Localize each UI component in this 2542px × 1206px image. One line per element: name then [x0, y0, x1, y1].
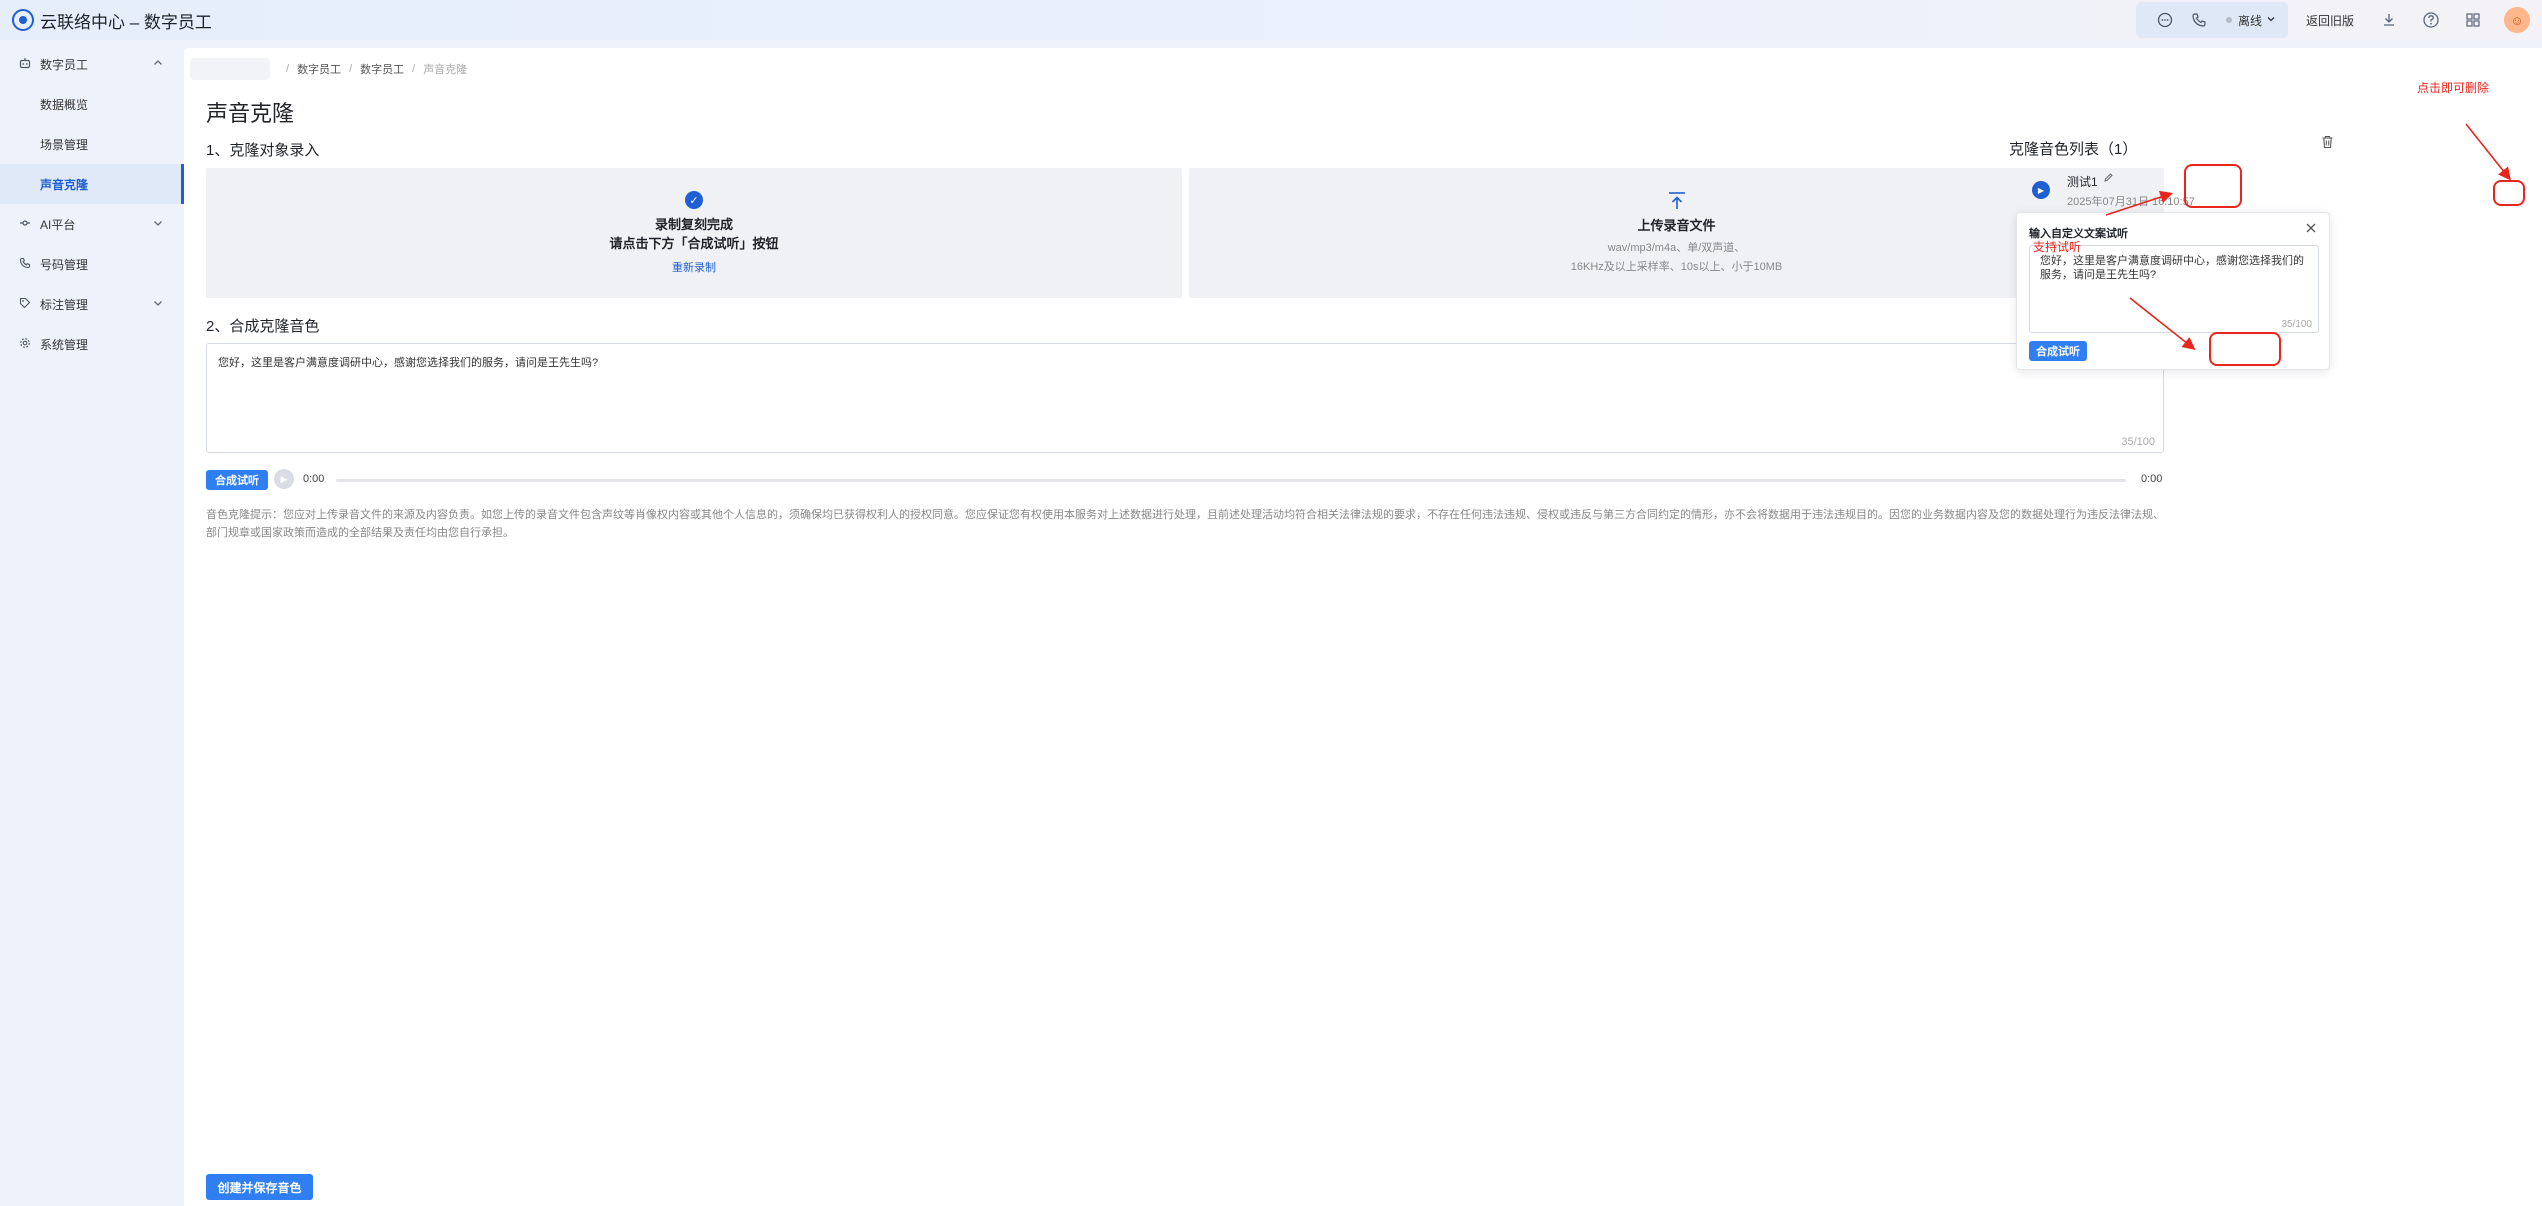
phone-icon	[18, 257, 32, 272]
notice-text: 音色克隆提示：您应对上传录音文件的来源及内容负责。如您上传的录音文件包含声纹等肖…	[206, 509, 2164, 539]
sidebar-group-label: AI平台	[40, 217, 76, 232]
play-icon[interactable]: ▶	[274, 469, 294, 489]
sidebar-group-ai-platform[interactable]: AI平台	[0, 204, 184, 244]
synth-text-input[interactable]: 您好，这里是客户满意度调研中心，感谢您选择我们的服务，请问是王先生吗? 35/1…	[206, 343, 2164, 453]
chevron-down-icon	[152, 297, 164, 312]
sidebar-item-data-overview[interactable]: 数据概览	[0, 84, 184, 124]
annotation-preview-hint: 支持试听	[2033, 240, 2082, 254]
top-right-toolbar: 离线 返回旧版 ☺	[2135, 0, 2542, 40]
status-dot	[2225, 17, 2232, 23]
chevron-up-icon	[152, 57, 164, 72]
upload-spec-hint: 16KHz及以上采样率、10s以上、小于10MB	[1570, 260, 1783, 273]
list-item[interactable]: ▶ 测试1 2025年07月31日 16:10:57	[2009, 164, 2349, 216]
preview-popover: 输入自定义文案试听 您好，这里是客户满意度调研中心，感谢您选择我们的服务，请问是…	[2016, 212, 2330, 370]
sidebar-item-voice-clone[interactable]: 声音克隆	[0, 164, 184, 204]
chat-icon[interactable]	[2156, 11, 2174, 29]
synth-preview-button[interactable]: 合成试听	[206, 470, 268, 490]
popover-text-value: 您好，这里是客户满意度调研中心，感谢您选择我们的服务，请问是王先生吗?	[2040, 255, 2304, 281]
record-instruction-text: 请点击下方「合成试听」按钮	[609, 236, 779, 251]
app-logo: 云联络中心 – 数字员工	[12, 8, 212, 33]
sidebar-item-label: 数据概览	[40, 97, 89, 112]
sidebar-group-system-management[interactable]: 系统管理	[0, 324, 184, 364]
sidebar-group-label: 号码管理	[40, 257, 89, 272]
voice-name: 测试1	[2067, 175, 2098, 189]
sidebar: 数字员工 数据概览 场景管理 声音克隆 AI平台 号码管理 标注管理 系统管理	[0, 40, 184, 1206]
back-to-old-version-link[interactable]: 返回旧版	[2306, 12, 2354, 29]
page-title: 声音克隆	[206, 101, 295, 126]
call-status-pill: 离线	[2135, 2, 2288, 38]
annotation-box-synth	[2209, 332, 2281, 366]
upload-title: 上传录音文件	[1637, 217, 1716, 233]
annotation-box-delete	[2493, 180, 2525, 206]
record-status-text: 录制复刻完成	[654, 217, 733, 232]
breadcrumb: / 数字员工 / 数字员工 / 声音克隆	[190, 58, 467, 80]
popover-synth-button[interactable]: 合成试听	[2029, 341, 2087, 361]
sidebar-item-label: 声音克隆	[40, 177, 89, 192]
sidebar-group-label: 标注管理	[40, 297, 89, 312]
breadcrumb-item[interactable]: 数字员工	[360, 61, 404, 77]
sidebar-item-scene-management[interactable]: 场景管理	[0, 124, 184, 164]
download-icon[interactable]	[2378, 9, 2400, 31]
sidebar-item-label: 场景管理	[40, 137, 89, 152]
check-circle-icon: ✓	[685, 191, 703, 209]
grid-icon[interactable]	[2462, 9, 2484, 31]
annotation-box-play	[2184, 164, 2242, 208]
voice-list-title: 克隆音色列表（1）	[2009, 141, 2138, 158]
create-save-voice-button[interactable]: 创建并保存音色	[206, 1174, 313, 1200]
phone-icon[interactable]	[2190, 11, 2208, 29]
time-current: 0:00	[303, 473, 325, 485]
play-icon[interactable]: ▶	[2032, 181, 2050, 199]
avatar[interactable]: ☺	[2504, 7, 2530, 33]
settings-icon	[18, 337, 32, 352]
help-icon[interactable]	[2420, 9, 2442, 31]
ai-icon	[18, 217, 32, 232]
synth-text-value: 您好，这里是客户满意度调研中心，感谢您选择我们的服务，请问是王先生吗?	[218, 357, 599, 369]
popover-char-count: 35/100	[2281, 319, 2312, 330]
sidebar-group-digital-staff[interactable]: 数字员工	[0, 44, 184, 84]
breadcrumb-root[interactable]	[190, 58, 270, 80]
edit-icon[interactable]	[2103, 172, 2114, 186]
main-content: / 数字员工 / 数字员工 / 声音克隆 声音克隆 1、克隆对象录入 ✓ 录制复…	[184, 48, 2542, 1206]
sidebar-group-label: 数字员工	[40, 57, 89, 72]
breadcrumb-separator: /	[349, 63, 353, 75]
sidebar-group-number-management[interactable]: 号码管理	[0, 244, 184, 284]
popover-text-input[interactable]: 您好，这里是客户满意度调研中心，感谢您选择我们的服务，请问是王先生吗? 35/1…	[2029, 245, 2319, 333]
tag-icon	[18, 297, 32, 312]
voice-created-time: 2025年07月31日 16:10:57	[2067, 196, 2195, 208]
trash-icon[interactable]	[2321, 135, 2334, 152]
section-title-clone-input: 1、克隆对象录入	[206, 142, 320, 159]
upload-icon	[1668, 191, 1685, 209]
section-title-synthesize: 2、合成克隆音色	[206, 318, 320, 335]
breadcrumb-item[interactable]: 数字员工	[297, 61, 341, 77]
time-total: 0:00	[2141, 473, 2163, 485]
upload-format-hint: wav/mp3/m4a、单/双声道、	[1607, 241, 1746, 254]
robot-icon	[18, 57, 32, 72]
chevron-down-icon	[152, 217, 164, 232]
audio-progress-bar[interactable]	[336, 479, 2126, 482]
logo-icon	[12, 9, 34, 31]
chevron-down-icon	[2266, 14, 2276, 27]
char-count: 35/100	[2121, 436, 2155, 448]
app-title: 云联络中心 – 数字员工	[40, 12, 212, 32]
agent-status-dropdown[interactable]: 离线	[2225, 12, 2276, 29]
record-card: ✓ 录制复刻完成 请点击下方「合成试听」按钮 重新录制	[206, 168, 1182, 298]
sidebar-group-annotation-management[interactable]: 标注管理	[0, 284, 184, 324]
annotation-delete-hint: 点击即可删除	[2417, 81, 2490, 95]
breadcrumb-current: 声音克隆	[423, 64, 468, 76]
re-record-link[interactable]: 重新录制	[672, 259, 716, 275]
sidebar-group-label: 系统管理	[40, 337, 89, 352]
top-bar: 云联络中心 – 数字员工 离线 返回旧版 ☺	[0, 0, 2542, 40]
breadcrumb-separator: /	[412, 63, 416, 75]
close-icon[interactable]	[2305, 221, 2317, 238]
breadcrumb-separator: /	[286, 63, 290, 75]
status-label: 离线	[2237, 13, 2262, 28]
